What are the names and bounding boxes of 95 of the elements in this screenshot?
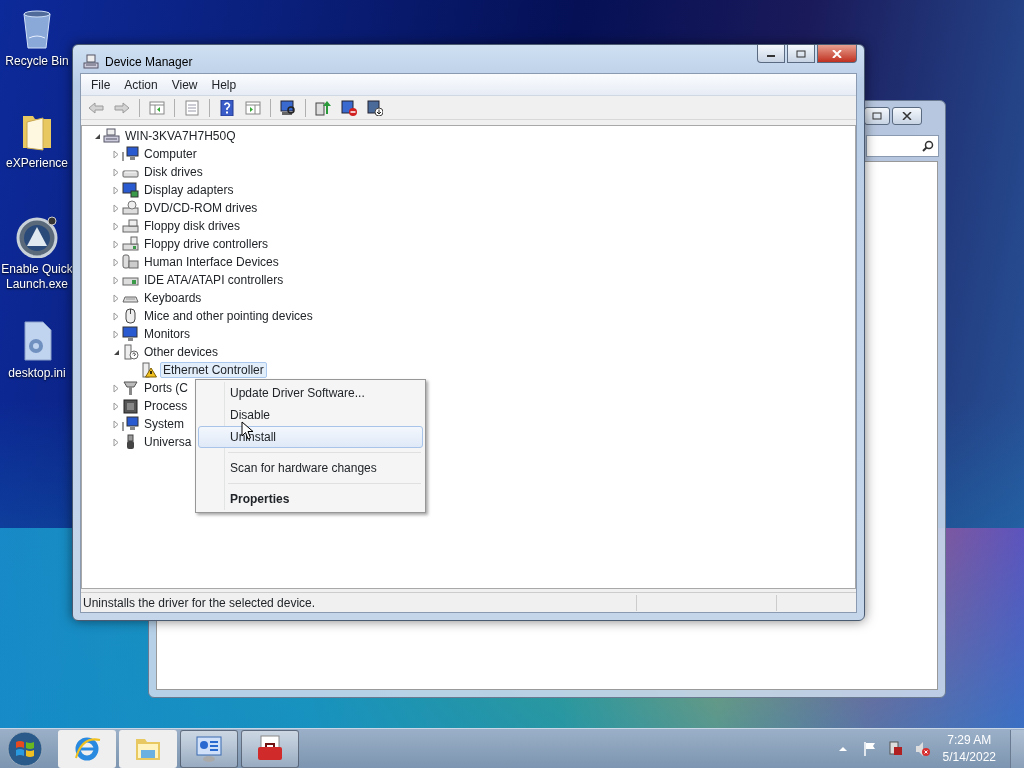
expand-icon[interactable] [113, 257, 119, 267]
menu-item[interactable]: Help [204, 75, 244, 94]
clock-date: 5/14/2022 [942, 748, 996, 766]
expand-icon[interactable] [113, 293, 119, 303]
tree-item[interactable]: Disk drives [141, 164, 206, 180]
expand-icon[interactable] [113, 275, 119, 285]
maximize-icon [796, 49, 806, 58]
expand-icon[interactable] [113, 419, 119, 429]
monitor-icon [122, 182, 139, 198]
collapse-icon[interactable] [112, 348, 120, 356]
clock-time: 7:29 AM [946, 731, 993, 749]
computer-icon [83, 54, 99, 70]
tree-item[interactable]: DVD/CD-ROM drives [141, 200, 261, 216]
device-icon[interactable] [367, 99, 383, 116]
menu-item[interactable]: Action [117, 75, 165, 94]
expand-icon[interactable] [113, 437, 119, 447]
tree-item[interactable]: Display adapters [141, 182, 237, 198]
icon-label: Enable Quick Launch.exe [0, 262, 74, 292]
menu-item[interactable]: Uninstall [198, 426, 423, 448]
monitor-icon[interactable] [280, 99, 296, 116]
expand-icon[interactable] [113, 239, 119, 249]
computer-icon [103, 128, 120, 144]
expand-icon[interactable] [113, 329, 119, 339]
expand-icon[interactable] [113, 401, 119, 411]
show-desktop-button[interactable] [1010, 729, 1024, 768]
expand-icon[interactable] [113, 149, 119, 159]
drive-icon [122, 218, 139, 234]
tree-item[interactable]: Process [141, 398, 191, 414]
app-icon[interactable] [15, 214, 59, 258]
expand-icon[interactable] [113, 221, 119, 231]
flag-icon[interactable] [861, 739, 878, 758]
window-title: Device Manager [105, 54, 193, 71]
port-icon [122, 380, 139, 396]
menu-item[interactable]: Update Driver Software... [198, 382, 423, 404]
icon-label: desktop.ini [8, 366, 66, 381]
tree-item[interactable]: Other devices [141, 344, 222, 360]
warning-device-icon [141, 362, 158, 378]
search-icon [922, 140, 934, 152]
disc-drive-icon [122, 200, 139, 216]
maximize-button[interactable] [787, 45, 815, 63]
control-panel-icon [194, 733, 224, 764]
network-icon[interactable] [887, 739, 904, 758]
tree-item[interactable]: Universa [141, 434, 195, 450]
menu-item[interactable]: Disable [198, 404, 423, 426]
minimize-button[interactable] [757, 45, 785, 63]
expand-icon[interactable] [113, 311, 119, 321]
taskbar-button[interactable] [241, 729, 299, 768]
maximize-icon [872, 112, 882, 120]
collapse-icon[interactable] [93, 132, 101, 140]
monitor-icon [122, 326, 139, 342]
tree-item[interactable]: IDE ATA/ATAPI controllers [141, 272, 287, 288]
update-icon[interactable] [315, 99, 331, 116]
close-icon [832, 49, 842, 58]
tree-item[interactable]: Computer [141, 146, 200, 162]
tree-item[interactable]: WIN-3KVA7H7H50Q [122, 128, 239, 144]
close-button[interactable] [817, 45, 857, 63]
close-button[interactable] [892, 107, 922, 125]
tree-item[interactable]: Monitors [141, 326, 193, 342]
panel-icon[interactable] [149, 99, 165, 116]
document-icon[interactable] [184, 99, 200, 116]
taskbar-button[interactable] [180, 729, 238, 768]
menu-item[interactable]: Properties [198, 488, 423, 510]
expand-icon[interactable] [113, 167, 119, 177]
tree-item[interactable]: Ports (C [141, 380, 191, 396]
tree-item[interactable]: Floppy disk drives [141, 218, 244, 234]
expand-icon[interactable] [113, 383, 119, 393]
chip-icon [122, 398, 139, 414]
unknown-device-icon [122, 344, 139, 360]
maximize-button[interactable] [864, 107, 890, 125]
tree-item[interactable]: Keyboards [141, 290, 205, 306]
computer-icon [122, 416, 139, 432]
computer-icon [122, 146, 139, 162]
menu-item[interactable]: Scan for hardware changes [198, 457, 423, 479]
device-icon[interactable] [341, 99, 357, 116]
tree-item[interactable]: System [141, 416, 187, 432]
help-icon[interactable] [219, 99, 235, 116]
menu-item[interactable]: View [164, 75, 205, 94]
tree-item[interactable]: Floppy drive controllers [141, 236, 272, 252]
menu-item[interactable]: File [84, 75, 118, 94]
status-text: Uninstalls the driver for the selected device. [83, 594, 317, 612]
close-icon [902, 112, 912, 120]
expand-icon[interactable] [113, 185, 119, 195]
joystick-icon [122, 254, 139, 270]
tree-item[interactable]: Ethernet Controller [160, 362, 267, 378]
tree-item[interactable]: Human Interface Devices [141, 254, 282, 270]
start-button[interactable] [6, 729, 44, 768]
mouse-icon [122, 308, 139, 324]
icon-label: Recycle Bin [5, 54, 69, 69]
panel-icon[interactable] [245, 99, 261, 116]
taskbar-button[interactable] [58, 729, 116, 768]
tree-item[interactable]: Mice and other pointing devices [141, 308, 316, 324]
expand-icon[interactable] [113, 203, 119, 213]
drive-icon [122, 236, 139, 252]
icon-label: eXPerience [5, 156, 68, 171]
search-field[interactable] [866, 135, 939, 157]
